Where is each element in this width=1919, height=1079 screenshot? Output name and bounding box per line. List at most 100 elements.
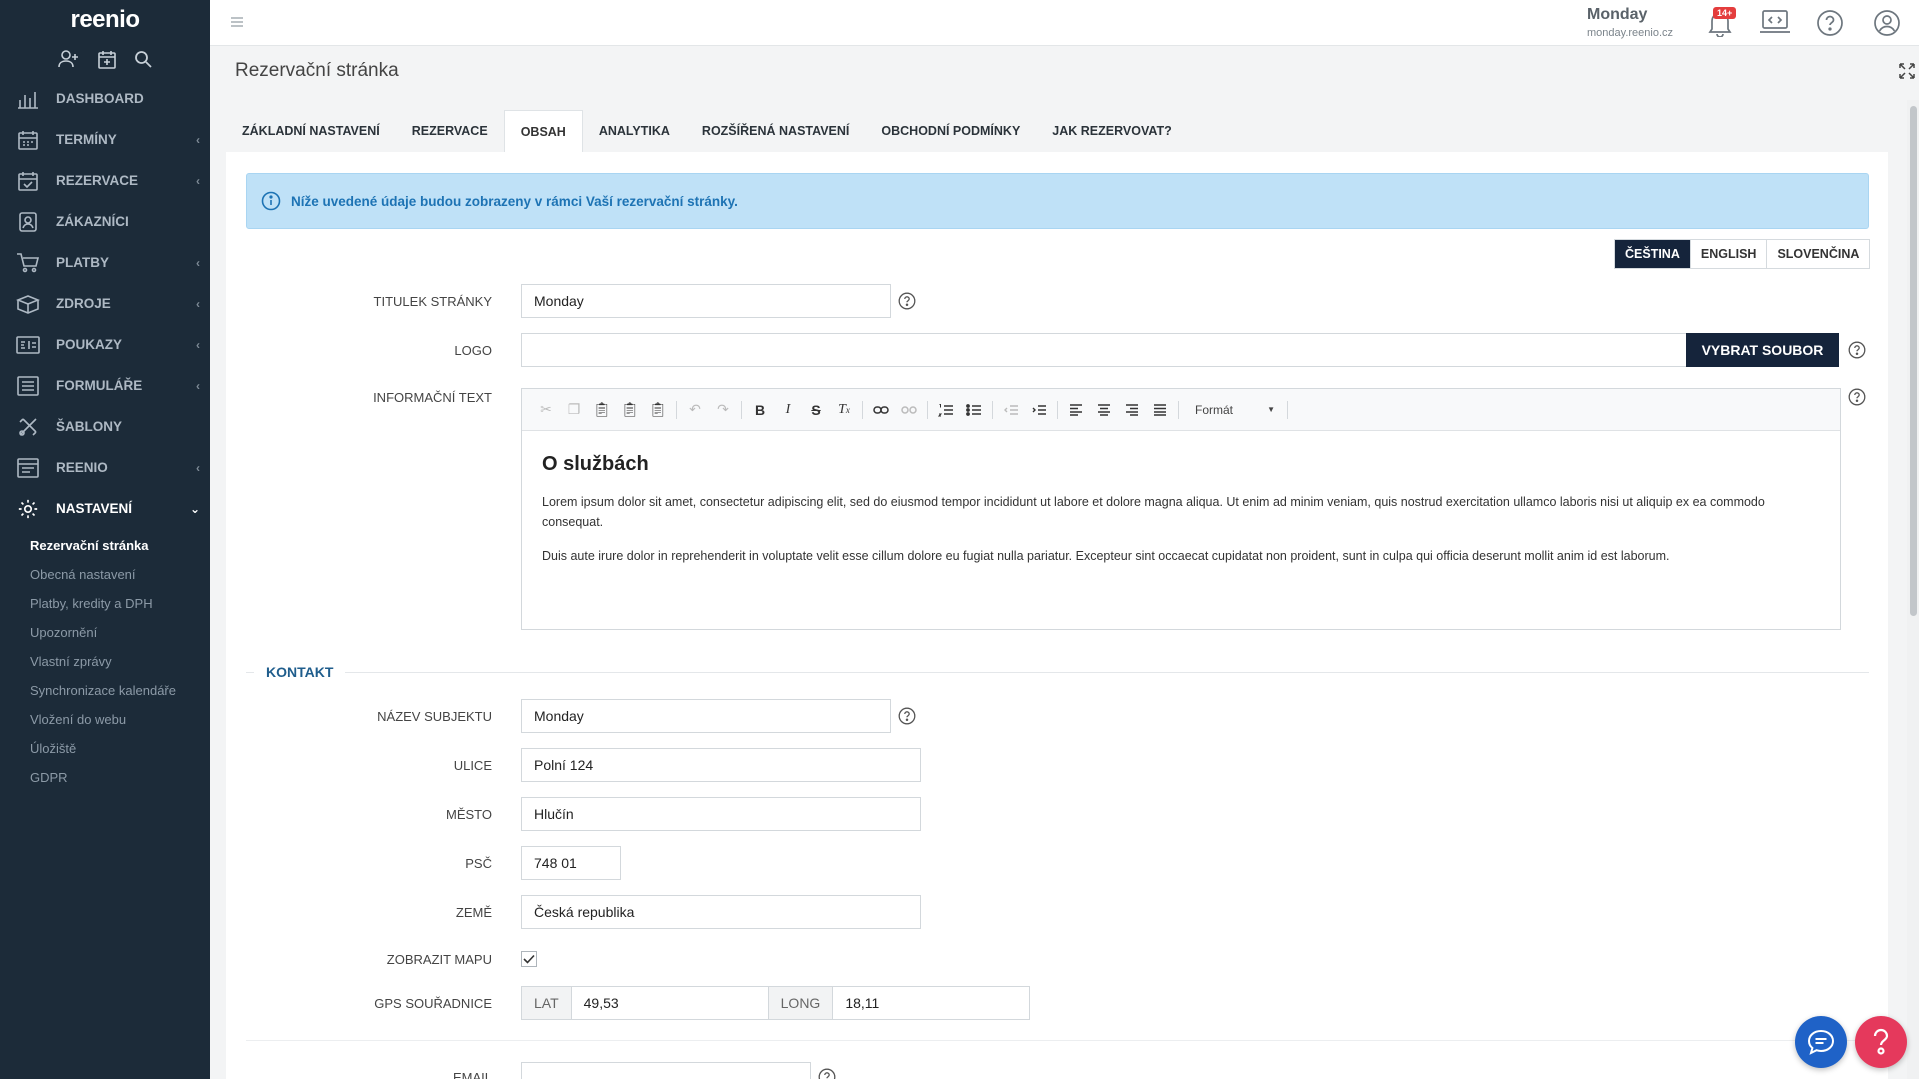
tab-content[interactable]: OBSAH — [503, 110, 583, 152]
logo-input[interactable] — [521, 333, 1687, 367]
format-select[interactable]: Formát ▼ — [1187, 398, 1283, 422]
sidebar-item-zdroje[interactable]: ZDROJE ‹ — [0, 283, 210, 324]
zip-input[interactable]: 748 01 — [521, 846, 621, 880]
subject-name-input[interactable]: Monday — [521, 699, 891, 733]
sidebar-item-nastaveni[interactable]: NASTAVENÍ ⌄ — [0, 488, 210, 529]
tab-reservations[interactable]: REZERVACE — [396, 110, 504, 152]
italic-icon[interactable]: I — [774, 398, 802, 422]
help-icon[interactable] — [898, 292, 916, 310]
scrollbar[interactable] — [1907, 100, 1919, 1079]
lang-slovencina[interactable]: SLOVENČINA — [1766, 240, 1869, 268]
align-center-icon[interactable] — [1090, 398, 1118, 422]
subitem-web-embed[interactable]: Vložení do webu — [0, 705, 210, 734]
question-icon — [1873, 1028, 1889, 1055]
remove-format-icon[interactable]: Tx — [830, 398, 858, 422]
zip-label: PSČ — [465, 856, 492, 871]
numbered-list-icon[interactable] — [932, 398, 960, 422]
editor-content[interactable]: O službách Lorem ipsum dolor sit amet, c… — [522, 431, 1840, 600]
outdent-icon[interactable] — [997, 398, 1025, 422]
scrollbar-thumb[interactable] — [1910, 106, 1917, 616]
subitem-payments[interactable]: Platby, kredity a DPH — [0, 589, 210, 618]
sidebar-item-zakaznici[interactable]: ZÁKAZNÍCI — [0, 201, 210, 242]
sidebar-item-platby[interactable]: PLATBY ‹ — [0, 242, 210, 283]
laptop-code-icon[interactable] — [1759, 9, 1791, 35]
add-user-icon[interactable] — [58, 49, 80, 69]
help-icon[interactable] — [898, 707, 916, 725]
country-label: ZEMĚ — [455, 905, 492, 920]
long-input[interactable]: 18,11 — [833, 986, 1031, 1020]
align-justify-icon[interactable] — [1146, 398, 1174, 422]
help-fab-button[interactable] — [1855, 1016, 1907, 1068]
paste-text-icon[interactable]: 📋︎ — [616, 398, 644, 422]
search-icon[interactable] — [134, 50, 152, 68]
sidebar-item-label: REENIO — [56, 460, 108, 475]
help-circle-icon[interactable] — [1816, 9, 1844, 37]
tab-advanced-settings[interactable]: ROZŠÍŘENÁ NASTAVENÍ — [686, 110, 865, 152]
tab-analytics[interactable]: ANALYTIKA — [583, 110, 686, 152]
subitem-storage[interactable]: Úložiště — [0, 734, 210, 763]
copy-icon[interactable]: ❐ — [560, 398, 588, 422]
subitem-gdpr[interactable]: GDPR — [0, 763, 210, 792]
sidebar-item-sablony[interactable]: ŠABLONY — [0, 406, 210, 447]
cut-icon[interactable]: ✂ — [532, 398, 560, 422]
show-map-checkbox[interactable] — [521, 951, 537, 967]
email-label: EMAIL — [452, 1070, 492, 1079]
link-icon[interactable] — [867, 398, 895, 422]
help-icon[interactable] — [1848, 388, 1866, 406]
user-circle-icon[interactable] — [1873, 9, 1901, 37]
editor-toolbar: ✂ ❐ 📋︎ 📋︎ 📋︎ ↶ ↷ B I S Tx Formát ▼ — [522, 389, 1840, 431]
street-input[interactable]: Polní 124 — [521, 748, 921, 782]
toolbar-separator — [992, 400, 993, 419]
subitem-notifications[interactable]: Upozornění — [0, 618, 210, 647]
sidebar-item-poukazy[interactable]: POUKAZY ‹ — [0, 324, 210, 365]
calendar-icon — [14, 130, 42, 150]
sidebar-item-label: REZERVACE — [56, 173, 139, 188]
tab-basic-settings[interactable]: ZÁKLADNÍ NASTAVENÍ — [226, 110, 396, 152]
bold-icon[interactable]: B — [746, 398, 774, 422]
menu-icon[interactable] — [230, 15, 244, 29]
redo-icon[interactable]: ↷ — [709, 398, 737, 422]
unlink-icon[interactable] — [895, 398, 923, 422]
row-page-title: TITULEK STRÁNKY Monday — [226, 284, 1888, 318]
strikethrough-icon[interactable]: S — [802, 398, 830, 422]
toolbar-separator — [741, 400, 742, 419]
city-input[interactable]: Hlučín — [521, 797, 921, 831]
toolbar-separator — [676, 400, 677, 419]
sidebar-item-terminy[interactable]: TERMÍNY ‹ — [0, 119, 210, 160]
help-icon[interactable] — [818, 1068, 836, 1079]
window-icon — [14, 457, 42, 478]
subitem-booking-page[interactable]: Rezervační stránka — [0, 531, 210, 560]
paste-icon[interactable]: 📋︎ — [588, 398, 616, 422]
page-title-input[interactable]: Monday — [521, 284, 891, 318]
caret-down-icon: ▼ — [1267, 405, 1275, 414]
expand-icon[interactable] — [1899, 63, 1915, 79]
paste-word-icon[interactable]: 📋︎ — [644, 398, 672, 422]
sidebar-item-rezervace[interactable]: REZERVACE ‹ — [0, 160, 210, 201]
brand-logo[interactable]: reenio — [0, 0, 210, 40]
subitem-calendar-sync[interactable]: Synchronizace kalendáře — [0, 676, 210, 705]
indent-icon[interactable] — [1025, 398, 1053, 422]
undo-icon[interactable]: ↶ — [681, 398, 709, 422]
tab-terms[interactable]: OBCHODNÍ PODMÍNKY — [865, 110, 1036, 152]
lang-cestina[interactable]: ČEŠTINA — [1615, 240, 1690, 268]
choose-file-button[interactable]: VYBRAT SOUBOR — [1686, 333, 1839, 367]
language-switcher: ČEŠTINA ENGLISH SLOVENČINA — [1614, 239, 1871, 269]
account-switcher[interactable]: Monday monday.reenio.cz — [1587, 6, 1673, 39]
bullet-list-icon[interactable] — [960, 398, 988, 422]
sidebar-item-formulare[interactable]: FORMULÁŘE ‹ — [0, 365, 210, 406]
subitem-custom-messages[interactable]: Vlastní zprávy — [0, 647, 210, 676]
tab-how-to-book[interactable]: JAK REZERVOVAT? — [1036, 110, 1187, 152]
help-icon[interactable] — [1848, 341, 1866, 359]
lang-english[interactable]: ENGLISH — [1689, 240, 1767, 268]
align-right-icon[interactable] — [1118, 398, 1146, 422]
sidebar-item-reenio[interactable]: REENIO ‹ — [0, 447, 210, 488]
chat-button[interactable] — [1795, 1016, 1847, 1068]
sidebar-item-dashboard[interactable]: DASHBOARD — [0, 78, 210, 119]
lat-input[interactable]: 49,53 — [571, 986, 769, 1020]
sidebar-item-label: DASHBOARD — [56, 91, 144, 106]
add-event-icon[interactable] — [98, 50, 116, 69]
subitem-general-settings[interactable]: Obecná nastavení — [0, 560, 210, 589]
email-input[interactable] — [521, 1062, 811, 1079]
country-input[interactable]: Česká republika — [521, 895, 921, 929]
align-left-icon[interactable] — [1062, 398, 1090, 422]
